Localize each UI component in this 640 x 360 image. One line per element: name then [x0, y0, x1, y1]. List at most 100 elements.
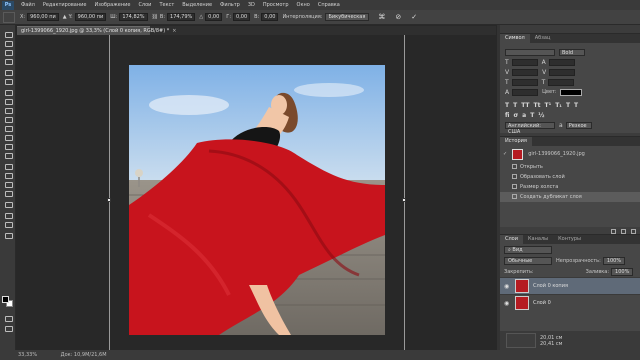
hscale-field[interactable] [548, 78, 575, 86]
type-tool-icon[interactable] [4, 172, 13, 179]
healing-brush-tool-icon[interactable] [4, 89, 13, 96]
height-field[interactable]: 174,79% [167, 13, 196, 21]
dodge-tool-icon[interactable] [4, 152, 13, 159]
interpolation-select[interactable]: Бикубическая [324, 13, 370, 21]
history-step[interactable]: Размер холста [500, 182, 640, 192]
swash-icon[interactable]: σ [513, 112, 518, 119]
commit-transform-icon[interactable]: ✓ [411, 13, 417, 21]
titling-icon[interactable]: T [530, 112, 534, 119]
y-field[interactable]: 960,00 пи [74, 13, 107, 21]
menu-view[interactable]: Просмотр [259, 2, 293, 8]
width-field[interactable]: 174,82% [119, 13, 148, 21]
hand-tool-icon[interactable] [4, 212, 13, 219]
menu-file[interactable]: Файл [17, 2, 39, 8]
history-snapshot[interactable]: ✓ girl-1399066_1920.jpg [500, 146, 640, 162]
clone-stamp-tool-icon[interactable] [4, 107, 13, 114]
tracking-field[interactable] [549, 68, 576, 76]
blend-mode-select[interactable]: Обычные [504, 256, 552, 265]
superscript-icon[interactable]: T¹ [544, 102, 551, 109]
blur-tool-icon[interactable] [4, 143, 13, 150]
hskew-field[interactable]: 0,00 [233, 13, 251, 21]
layer-row[interactable]: ◉ Слой 0 [500, 294, 640, 311]
cancel-transform-icon[interactable]: ⊘ [395, 13, 401, 21]
history-step-selected[interactable]: Создать дубликат слоя [500, 192, 640, 202]
marquee-tool-icon[interactable] [4, 40, 13, 47]
antialias-select[interactable]: Резкое [565, 121, 592, 129]
eye-icon[interactable]: ◉ [504, 300, 511, 307]
vscale-field[interactable] [511, 78, 538, 86]
zoom-tool-icon[interactable] [4, 221, 13, 228]
fill-field[interactable]: 100% [611, 267, 634, 276]
menu-image[interactable]: Изображение [90, 2, 134, 8]
layer-kind-select[interactable]: ⌕ Вид [504, 245, 552, 254]
kerning-field[interactable] [512, 68, 539, 76]
tab-history[interactable]: История [500, 137, 532, 146]
history-step[interactable]: Открыть [500, 162, 640, 172]
brush-tool-icon[interactable] [4, 98, 13, 105]
screen-mode-icon[interactable] [4, 325, 13, 332]
tab-character[interactable]: Символ [500, 34, 530, 43]
zoom-readout[interactable]: 33,33% [18, 352, 37, 358]
text-color-swatch[interactable] [559, 88, 582, 96]
underline-icon[interactable]: T [566, 102, 570, 109]
font-size-field[interactable] [511, 58, 538, 66]
menu-3d[interactable]: 3D [244, 2, 259, 8]
ordinal-icon[interactable]: a [522, 112, 526, 119]
reference-point-icon[interactable] [3, 11, 15, 23]
shape-tool-icon[interactable] [4, 190, 13, 197]
leading-field[interactable] [548, 58, 575, 66]
x-field[interactable]: 960,00 пи [27, 13, 59, 21]
eraser-tool-icon[interactable] [4, 125, 13, 132]
quick-select-tool-icon[interactable] [4, 58, 13, 65]
ligature-icon[interactable]: fi [505, 112, 509, 119]
foreground-color-swatch[interactable] [2, 296, 9, 303]
fraction-icon[interactable]: ½ [538, 112, 544, 119]
small-caps-icon[interactable]: Tt [534, 102, 541, 109]
font-style-select[interactable]: Bold [559, 48, 585, 56]
layer-row[interactable]: ◉ Слой 0 копия [500, 277, 640, 294]
move-tool-icon[interactable] [4, 31, 13, 38]
faux-italic-icon[interactable]: T [513, 102, 517, 109]
warp-icon[interactable]: ⌘ [378, 13, 385, 21]
strikethrough-icon[interactable]: T [574, 102, 578, 109]
angle-field[interactable]: 0,00 [205, 13, 223, 21]
menu-text[interactable]: Текст [155, 2, 178, 8]
history-step[interactable]: Образовать слой [500, 172, 640, 182]
history-brush-tool-icon[interactable] [4, 116, 13, 123]
menu-help[interactable]: Справка [314, 2, 344, 8]
lasso-tool-icon[interactable] [4, 49, 13, 56]
path-select-tool-icon[interactable] [4, 181, 13, 188]
history-brush-source-icon[interactable]: ✓ [503, 151, 507, 157]
all-caps-icon[interactable]: TT [521, 102, 529, 109]
eye-icon[interactable]: ◉ [504, 283, 511, 290]
menu-layers[interactable]: Слои [134, 2, 155, 8]
crop-tool-icon[interactable] [4, 69, 13, 76]
tab-channels[interactable]: Каналы [523, 235, 553, 244]
subscript-icon[interactable]: T₁ [555, 102, 562, 109]
baseline-field[interactable] [512, 88, 539, 96]
link-icon[interactable]: ⛓ [152, 14, 158, 20]
navigator-thumbnail[interactable] [506, 333, 536, 348]
tab-paragraph[interactable]: Абзац [530, 34, 556, 43]
transform-handle-left[interactable] [107, 198, 111, 202]
quick-mask-icon[interactable] [4, 315, 13, 322]
menu-window[interactable]: Окно [293, 2, 314, 8]
menu-select[interactable]: Выделение [178, 2, 216, 8]
eyedropper-tool-icon[interactable] [4, 78, 13, 85]
font-family-select[interactable] [505, 48, 555, 56]
vskew-field[interactable]: 0,00 [261, 13, 279, 21]
3d-tool-icon[interactable] [4, 201, 13, 208]
more-tools-icon[interactable] [4, 232, 13, 239]
language-select[interactable]: Английский: США [505, 121, 555, 135]
menu-edit[interactable]: Редактирование [39, 2, 91, 8]
canvas-area[interactable] [17, 35, 496, 350]
gradient-tool-icon[interactable] [4, 134, 13, 141]
tab-paths[interactable]: Контуры [553, 235, 586, 244]
menu-filter[interactable]: Фильтр [216, 2, 244, 8]
pen-tool-icon[interactable] [4, 163, 13, 170]
opacity-field[interactable]: 100% [602, 256, 626, 265]
close-tab-icon[interactable]: × [172, 28, 176, 34]
faux-bold-icon[interactable]: T [505, 102, 509, 109]
document-tab[interactable]: girl-1399066_1920.jpg @ 33,3% (Слой 0 ко… [17, 26, 176, 35]
tab-layers[interactable]: Слои [500, 235, 523, 244]
